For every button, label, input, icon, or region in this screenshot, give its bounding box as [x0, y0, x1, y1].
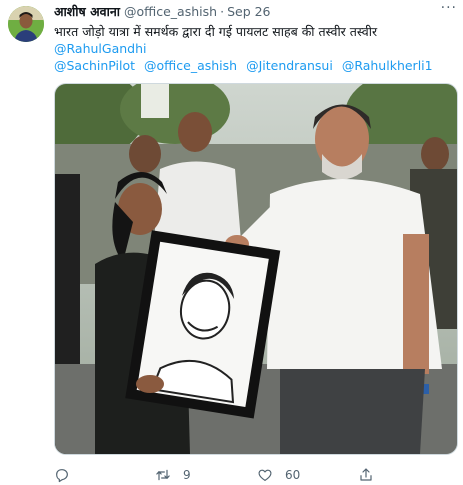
photo-image	[55, 84, 457, 454]
mention-link[interactable]: @RahulGandhi	[54, 41, 147, 56]
tweet-content: आशीष अवाना @office_ashish · Sep 26 भारत …	[54, 4, 456, 74]
action-bar: 9 60	[54, 466, 456, 484]
share-icon	[360, 468, 372, 481]
heart-icon	[258, 469, 272, 481]
mentions-line-1: @RahulGandhi	[54, 40, 456, 57]
more-options-icon[interactable]: ···	[441, 0, 457, 16]
mention-link[interactable]: @Jitendransui	[246, 58, 333, 73]
tweet-date[interactable]: Sep 26	[227, 4, 270, 20]
like-button[interactable]: 60	[257, 467, 300, 483]
avatar[interactable]	[8, 6, 44, 42]
reply-icon	[56, 469, 68, 483]
avatar-image	[8, 6, 44, 42]
mention-link[interactable]: @SachinPilot	[54, 58, 135, 73]
author-name[interactable]: आशीष अवाना	[54, 4, 120, 20]
tweet-text-block: भारत जोड़ो यात्रा में समर्थक द्वारा दी ग…	[54, 23, 456, 74]
tweet-text: भारत जोड़ो यात्रा में समर्थक द्वारा दी ग…	[54, 24, 378, 39]
like-count: 60	[285, 468, 301, 482]
mentions-line-2: @SachinPilot @office_ashish @Jitendransu…	[54, 57, 456, 74]
retweet-button[interactable]: 9	[155, 467, 191, 483]
reply-button[interactable]	[54, 467, 82, 483]
tweet-photo[interactable]	[54, 83, 458, 455]
share-button[interactable]	[358, 467, 374, 483]
retweet-count: 9	[183, 468, 191, 482]
tweet-card[interactable]: आशीष अवाना @office_ashish · Sep 26 भारत …	[0, 0, 463, 485]
author-handle[interactable]: @office_ashish	[124, 4, 217, 20]
mention-link[interactable]: @office_ashish	[144, 58, 237, 73]
retweet-icon	[156, 469, 170, 481]
separator-dot: ·	[220, 4, 225, 19]
mention-link[interactable]: @Rahulkherli1	[342, 58, 433, 73]
tweet-header: आशीष अवाना @office_ashish · Sep 26	[54, 4, 456, 20]
